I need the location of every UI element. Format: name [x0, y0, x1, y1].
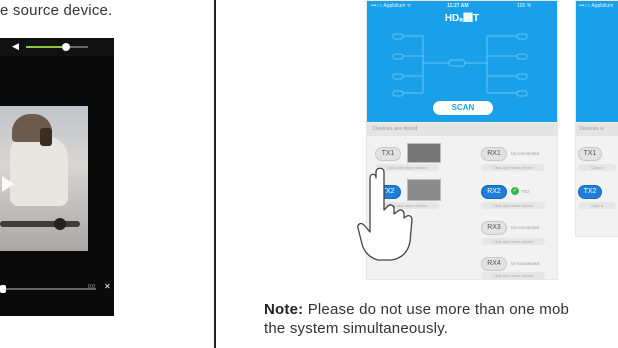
skater-figure	[10, 136, 68, 206]
close-icon[interactable]: ✕	[104, 282, 111, 291]
devices-found-label-secondary: Devices a	[579, 126, 604, 132]
skateboard	[0, 221, 80, 227]
player-top-bar: ◀	[0, 38, 114, 56]
status-battery: 100 %	[517, 3, 532, 9]
note-text-2: the system simultaneously.	[264, 320, 449, 337]
scrubber-track[interactable]	[0, 288, 96, 290]
tx2-hint-secondary[interactable]: Click a	[578, 202, 616, 209]
note-label: Note:	[264, 301, 304, 318]
rx1-device-button[interactable]: RX1	[481, 147, 507, 161]
rx2-status: TX2	[521, 189, 530, 194]
rx4-status: Un-connected	[511, 261, 540, 266]
pointing-hand-icon	[357, 167, 413, 261]
skater-hair	[40, 128, 52, 146]
tx1-thumbnail	[407, 143, 441, 163]
speaker-icon[interactable]: ◀	[12, 41, 19, 52]
status-time: 11:27 AM	[447, 3, 469, 9]
volume-slider-knob[interactable]	[62, 43, 70, 51]
play-icon[interactable]	[2, 176, 14, 192]
tx1-device-button[interactable]: TX1	[375, 147, 401, 161]
rx1-hint[interactable]: Click and name device	[481, 164, 545, 171]
video-player-screen: ◀ 0:0 ✕	[0, 38, 114, 316]
app-logo: HDₐ₞T	[444, 13, 480, 24]
note-line-1: Note: Please do not use more than one mo…	[264, 301, 569, 318]
rx2-hint[interactable]: Click and name device	[481, 202, 545, 209]
scrubber-time: 0:0	[88, 284, 95, 290]
wheel-icon	[54, 218, 66, 230]
scan-button[interactable]: SCAN	[433, 101, 493, 115]
rx2-device-button[interactable]: RX2	[481, 185, 507, 199]
intro-text: e source device.	[0, 2, 113, 19]
tx1-hint-secondary[interactable]: Click a	[578, 164, 616, 171]
rx3-hint[interactable]: Click and name device	[481, 238, 545, 245]
rx3-device-button[interactable]: RX3	[481, 221, 507, 235]
app-header-panel: •••○○ Applidium ᯤ 11:27 AM 100 % HDₐ₞T S…	[367, 1, 557, 122]
app-screen-secondary: •••○○ Applidium Devices a TX1 Click a TX…	[575, 0, 618, 237]
status-carrier-secondary: •••○○ Applidium	[579, 3, 614, 9]
rx3-status: Un-connected	[511, 225, 540, 230]
column-divider	[214, 0, 216, 348]
devices-found-label: Devices are found	[373, 126, 418, 132]
tx2-device-button-secondary[interactable]: TX2	[578, 185, 602, 199]
rx4-device-button[interactable]: RX4	[481, 257, 507, 271]
rx4-hint[interactable]: Click and name device	[481, 272, 545, 279]
status-carrier: •••○○ Applidium ᯤ	[371, 3, 412, 9]
note-text-1: Please do not use more than one mob	[303, 301, 570, 318]
tx1-device-button-secondary[interactable]: TX1	[578, 147, 602, 161]
app-header-panel-secondary: •••○○ Applidium	[576, 1, 618, 122]
connected-check-icon: ✓	[511, 187, 519, 195]
rx1-status: Un-connected	[511, 151, 540, 156]
volume-fill	[26, 46, 66, 48]
matrix-diagram-icon	[392, 33, 528, 97]
scrubber-knob[interactable]	[0, 285, 6, 293]
